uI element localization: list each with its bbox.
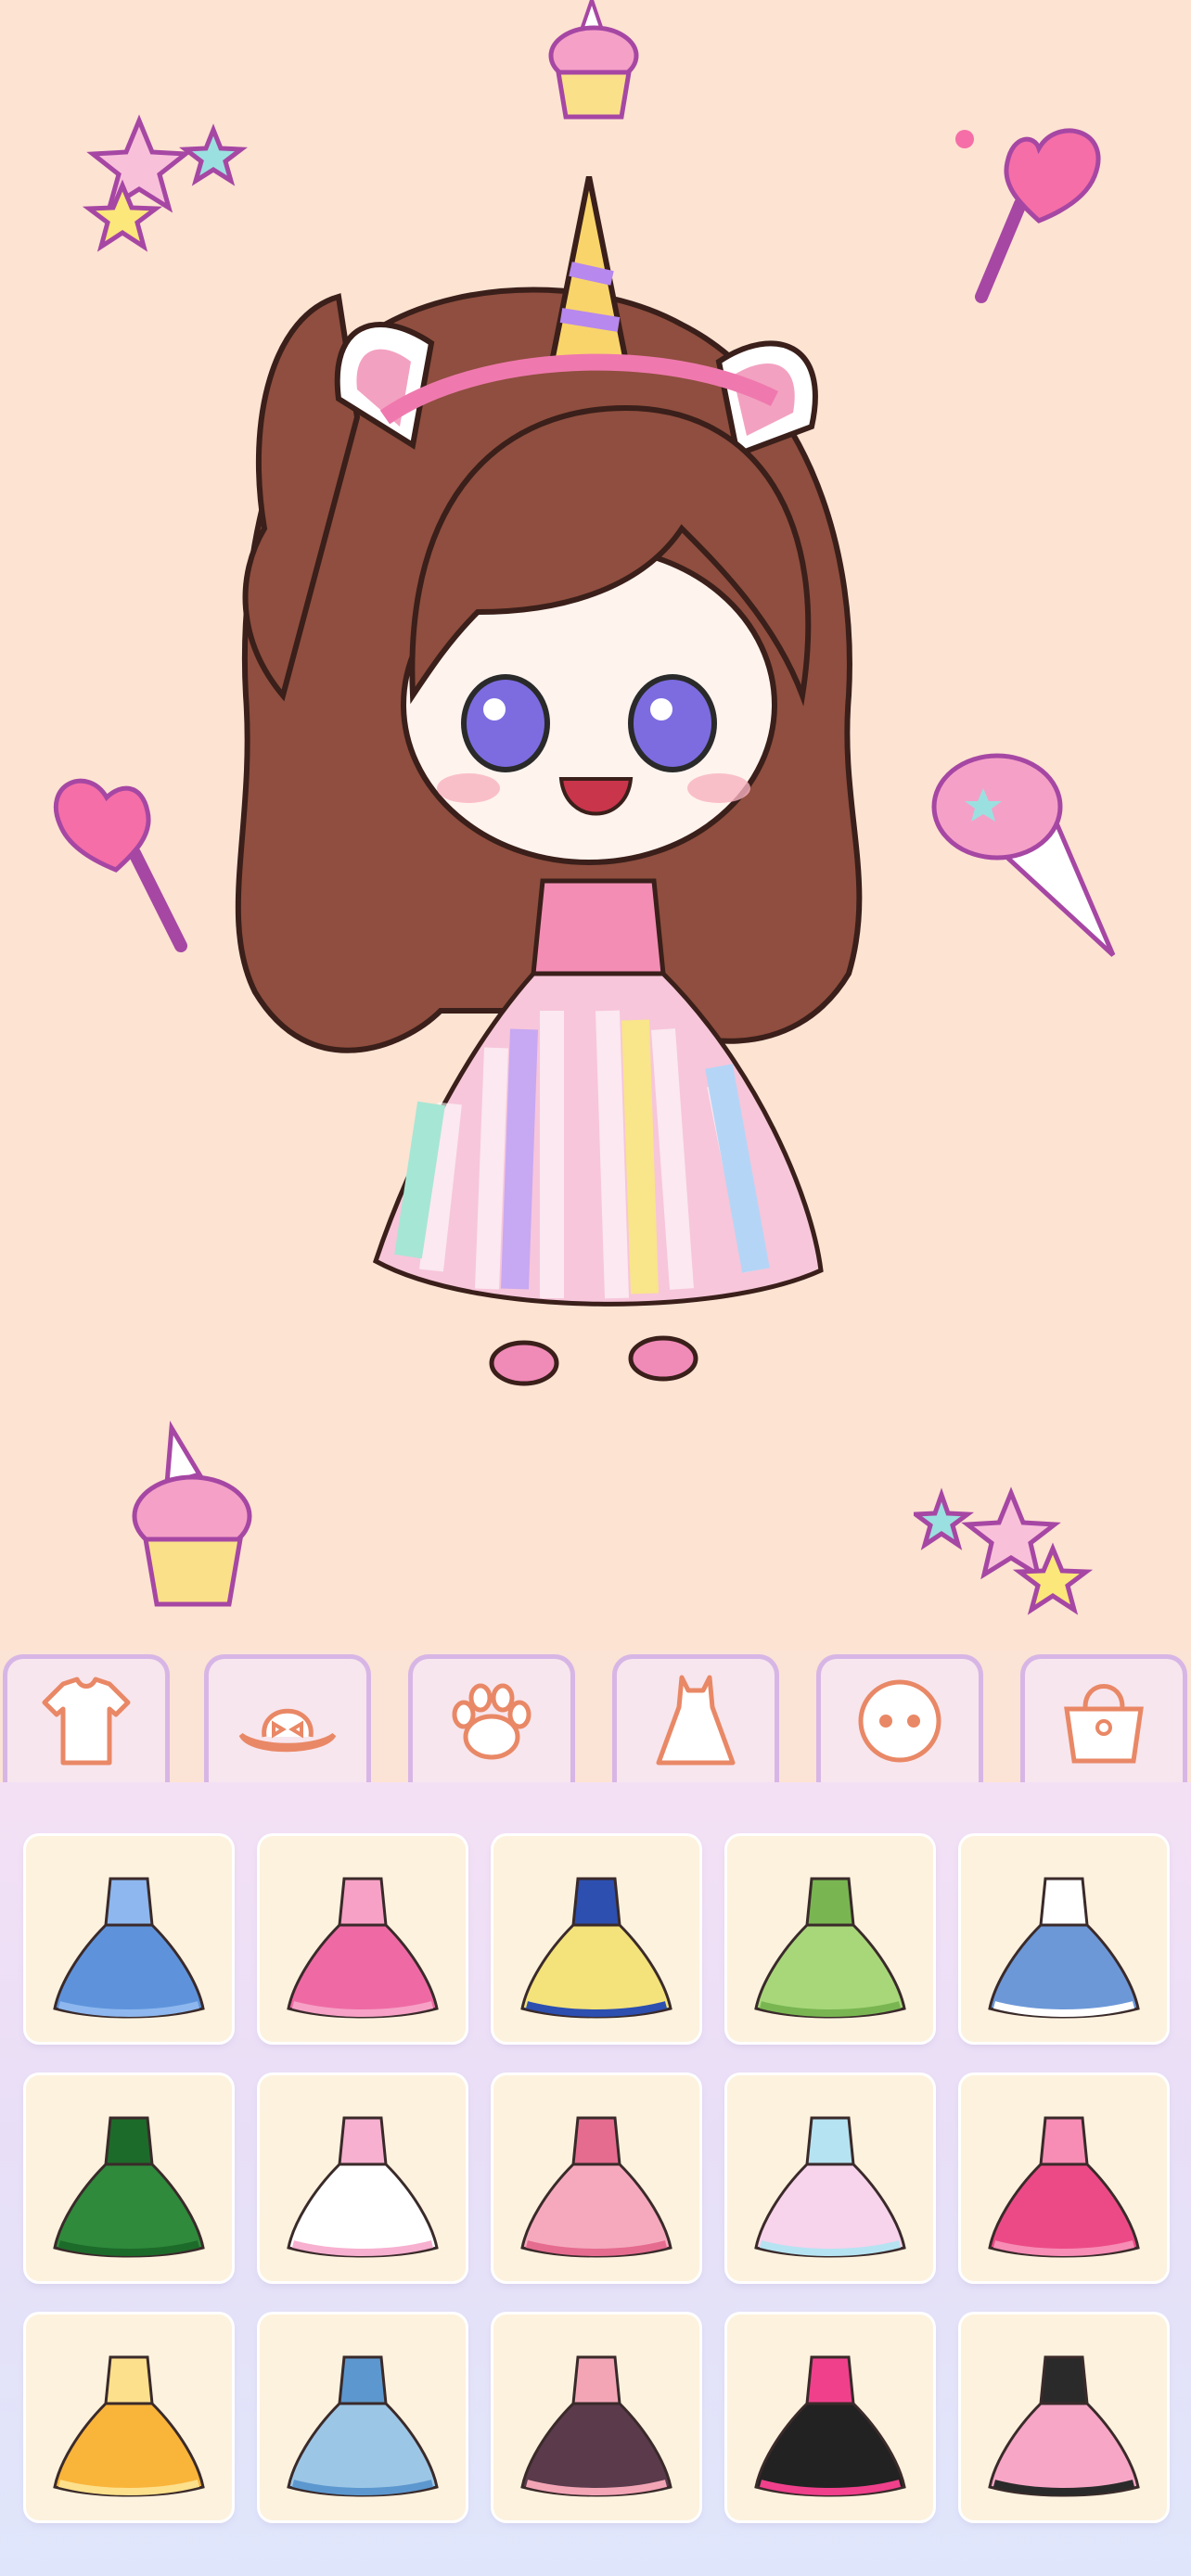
- tab-bags[interactable]: [1020, 1654, 1187, 1782]
- outfit-card-snow-white-dress[interactable]: [493, 1836, 699, 2042]
- green-dino-costume-icon: [53, 2116, 205, 2258]
- tab-faces[interactable]: [816, 1654, 983, 1782]
- maid-checkered-dress-icon: [520, 2355, 672, 2497]
- outfit-card-pink-kitty-dress[interactable]: [961, 2075, 1167, 2281]
- outfit-card-green-dino-costume[interactable]: [26, 2075, 232, 2281]
- cupcake-icon: [548, 0, 639, 120]
- light-blue-bow-dress-icon: [287, 2355, 439, 2497]
- category-tab-bar: [0, 1651, 1191, 1782]
- sun-hat-icon: [238, 1708, 337, 1752]
- outfit-card-pink-ruffle-dress[interactable]: [961, 2315, 1167, 2520]
- blue-ball-gown-icon: [53, 1877, 205, 2019]
- outfit-card-blue-ball-gown[interactable]: [26, 1836, 232, 2042]
- pink-ruffle-dress-icon: [988, 2355, 1140, 2497]
- pink-princess-dress-icon: [520, 2116, 672, 2258]
- blue-sailor-dress-icon: [988, 1877, 1140, 2019]
- tshirt-icon: [42, 1677, 131, 1765]
- black-pink-bow-dress-icon: [754, 2355, 906, 2497]
- handbag-icon: [1064, 1683, 1144, 1763]
- pink-shark-overalls-icon: [287, 1877, 439, 2019]
- outfit-card-orange-sunny-dress[interactable]: [26, 2315, 232, 2520]
- face-icon: [858, 1679, 941, 1762]
- outfit-card-black-pink-bow-dress[interactable]: [727, 2315, 933, 2520]
- outfit-card-pink-shark-overalls[interactable]: [260, 1836, 466, 2042]
- outfit-card-maid-checkered-dress[interactable]: [493, 2315, 699, 2520]
- outfit-card-rainbow-frill-dress[interactable]: [260, 2075, 466, 2281]
- character-stage: [0, 0, 1191, 1651]
- dress-icon: [656, 1675, 736, 1765]
- rainbow-tulle-dress-icon: [754, 2116, 906, 2258]
- outfit-card-pink-princess-dress[interactable]: [493, 2075, 699, 2281]
- tab-tops[interactable]: [3, 1654, 170, 1782]
- tab-pets[interactable]: [408, 1654, 575, 1782]
- snow-white-dress-icon: [520, 1877, 672, 2019]
- stars-icon: [914, 1486, 1094, 1615]
- outfit-card-green-leaf-dress[interactable]: [727, 1836, 933, 2042]
- pink-kitty-dress-icon: [988, 2116, 1140, 2258]
- tab-dresses[interactable]: [612, 1654, 779, 1782]
- lollipop-icon: [53, 778, 187, 952]
- paw-icon: [452, 1683, 531, 1759]
- doll-character[interactable]: [199, 176, 867, 1400]
- outfit-card-rainbow-tulle-dress[interactable]: [727, 2075, 933, 2281]
- tab-hats[interactable]: [204, 1654, 371, 1782]
- green-leaf-dress-icon: [754, 1877, 906, 2019]
- outfit-panel: [0, 1782, 1191, 2576]
- ice-cream-icon: [931, 753, 1116, 957]
- orange-sunny-dress-icon: [53, 2355, 205, 2497]
- outfit-card-blue-sailor-dress[interactable]: [961, 1836, 1167, 2042]
- lollipop-icon: [955, 128, 1101, 303]
- rainbow-frill-dress-icon: [287, 2116, 439, 2258]
- outfit-card-light-blue-bow-dress[interactable]: [260, 2315, 466, 2520]
- cupcake-icon: [132, 1421, 252, 1607]
